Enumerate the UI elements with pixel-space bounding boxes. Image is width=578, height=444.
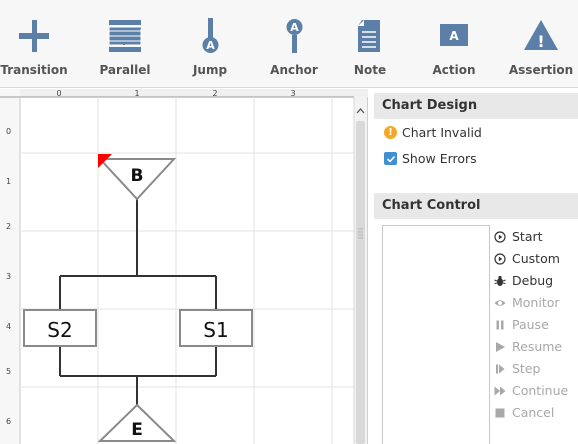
show-errors-label: Show Errors — [402, 151, 477, 166]
continue-button[interactable]: Continue — [494, 383, 568, 398]
pause-icon — [494, 319, 506, 331]
end-label: E — [131, 420, 143, 440]
row-label-0: 0 — [6, 127, 11, 136]
custom-label: Custom — [512, 251, 560, 266]
action-tool[interactable]: A Action — [424, 0, 484, 88]
chart-design-header: Chart Design — [374, 93, 578, 119]
transition-lines — [59, 199, 217, 407]
top-ruler — [0, 89, 368, 97]
chart-toolbar: Transition Parallel A Jump A Anchor Note… — [0, 0, 578, 88]
pause-button[interactable]: Pause — [494, 317, 549, 332]
action-glyph: A — [449, 29, 459, 43]
resume-button[interactable]: Resume — [494, 339, 562, 354]
play-circle-icon — [494, 230, 506, 243]
begin-node[interactable]: B — [97, 154, 177, 201]
scroll-thumb[interactable] — [356, 121, 365, 444]
debug-button[interactable]: Debug — [494, 273, 553, 288]
parallel-label: Parallel — [99, 63, 151, 77]
parallel-tool[interactable]: Parallel — [95, 0, 155, 88]
properties-panel: Chart Design ! Chart Invalid Show Errors… — [370, 89, 578, 444]
note-icon — [358, 20, 380, 52]
pause-label: Pause — [512, 317, 549, 332]
eye-icon — [494, 297, 506, 309]
col-label-2: 2 — [212, 89, 217, 98]
chart-diagram[interactable]: 0 1 2 3 0 1 2 3 4 5 6 B S2 S1 E — [0, 89, 368, 444]
step-label: Step — [512, 361, 541, 376]
cancel-label: Cancel — [512, 405, 555, 420]
col-label-1: 1 — [134, 89, 139, 98]
chart-control-header: Chart Control — [374, 193, 578, 219]
note-label: Note — [353, 63, 387, 77]
step-button[interactable]: Step — [494, 361, 540, 376]
checkbox-checked-icon[interactable] — [384, 152, 397, 165]
show-errors-checkbox[interactable]: Show Errors — [384, 151, 477, 166]
col-label-0: 0 — [56, 89, 61, 98]
action-label: Action — [432, 63, 476, 77]
resume-label: Resume — [512, 339, 563, 354]
left-ruler — [0, 89, 20, 444]
row-label-2: 2 — [6, 222, 11, 231]
continue-label: Continue — [512, 383, 569, 398]
anchor-glyph: A — [290, 21, 299, 34]
anchor-icon: A — [286, 19, 303, 53]
parallel-icon — [108, 20, 142, 52]
begin-label: B — [131, 166, 144, 186]
cancel-button[interactable]: Cancel — [494, 405, 554, 420]
row-label-5: 5 — [6, 367, 11, 376]
step-s2-label: S2 — [47, 318, 72, 342]
step-s2[interactable]: S2 — [23, 309, 97, 347]
debug-label: Debug — [512, 273, 554, 288]
custom-button[interactable]: Custom — [494, 251, 560, 266]
end-node[interactable]: E — [97, 403, 177, 442]
play-icon — [494, 341, 506, 353]
assertion-icon: ! — [524, 20, 558, 51]
chart-invalid-text: Chart Invalid — [402, 125, 482, 140]
start-button[interactable]: Start — [494, 229, 543, 244]
monitor-button[interactable]: Monitor — [494, 295, 560, 310]
row-label-3: 3 — [6, 272, 11, 281]
col-label-3: 3 — [290, 89, 295, 98]
jump-icon: A — [202, 18, 219, 53]
transition-label: Transition — [0, 63, 68, 77]
transition-icon — [19, 20, 49, 52]
jump-tool[interactable]: A Jump — [180, 0, 240, 88]
start-label: Start — [512, 229, 543, 244]
action-icon: A — [440, 24, 468, 46]
monitor-label: Monitor — [512, 295, 560, 310]
transition-tool[interactable]: Transition — [0, 0, 68, 88]
assertion-glyph: ! — [537, 32, 544, 51]
anchor-label: Anchor — [270, 63, 318, 77]
warning-icon: ! — [384, 126, 397, 139]
row-label-6: 6 — [6, 417, 11, 426]
row-label-4: 4 — [6, 322, 11, 331]
note-tool[interactable]: Note — [340, 0, 400, 88]
grid — [20, 97, 354, 444]
stop-icon — [494, 407, 506, 419]
chart-canvas[interactable]: 0 1 2 3 0 1 2 3 4 5 6 B S2 S1 E — [0, 89, 368, 444]
jump-label: Jump — [192, 63, 228, 77]
step-icon — [494, 363, 506, 375]
chart-invalid-status: ! Chart Invalid — [384, 125, 482, 140]
jump-glyph: A — [206, 39, 215, 52]
row-label-1: 1 — [6, 177, 11, 186]
anchor-tool[interactable]: A Anchor — [264, 0, 324, 88]
canvas-scrollbar[interactable] — [353, 97, 367, 444]
chart-instance-list[interactable] — [382, 225, 490, 444]
step-s1[interactable]: S1 — [179, 309, 253, 347]
play-circle-icon — [494, 252, 506, 265]
step-s1-label: S1 — [203, 318, 228, 342]
bug-icon — [494, 275, 506, 287]
assertion-tool[interactable]: ! Assertion — [508, 0, 574, 88]
assertion-label: Assertion — [508, 63, 574, 77]
fast-forward-icon — [494, 385, 506, 397]
